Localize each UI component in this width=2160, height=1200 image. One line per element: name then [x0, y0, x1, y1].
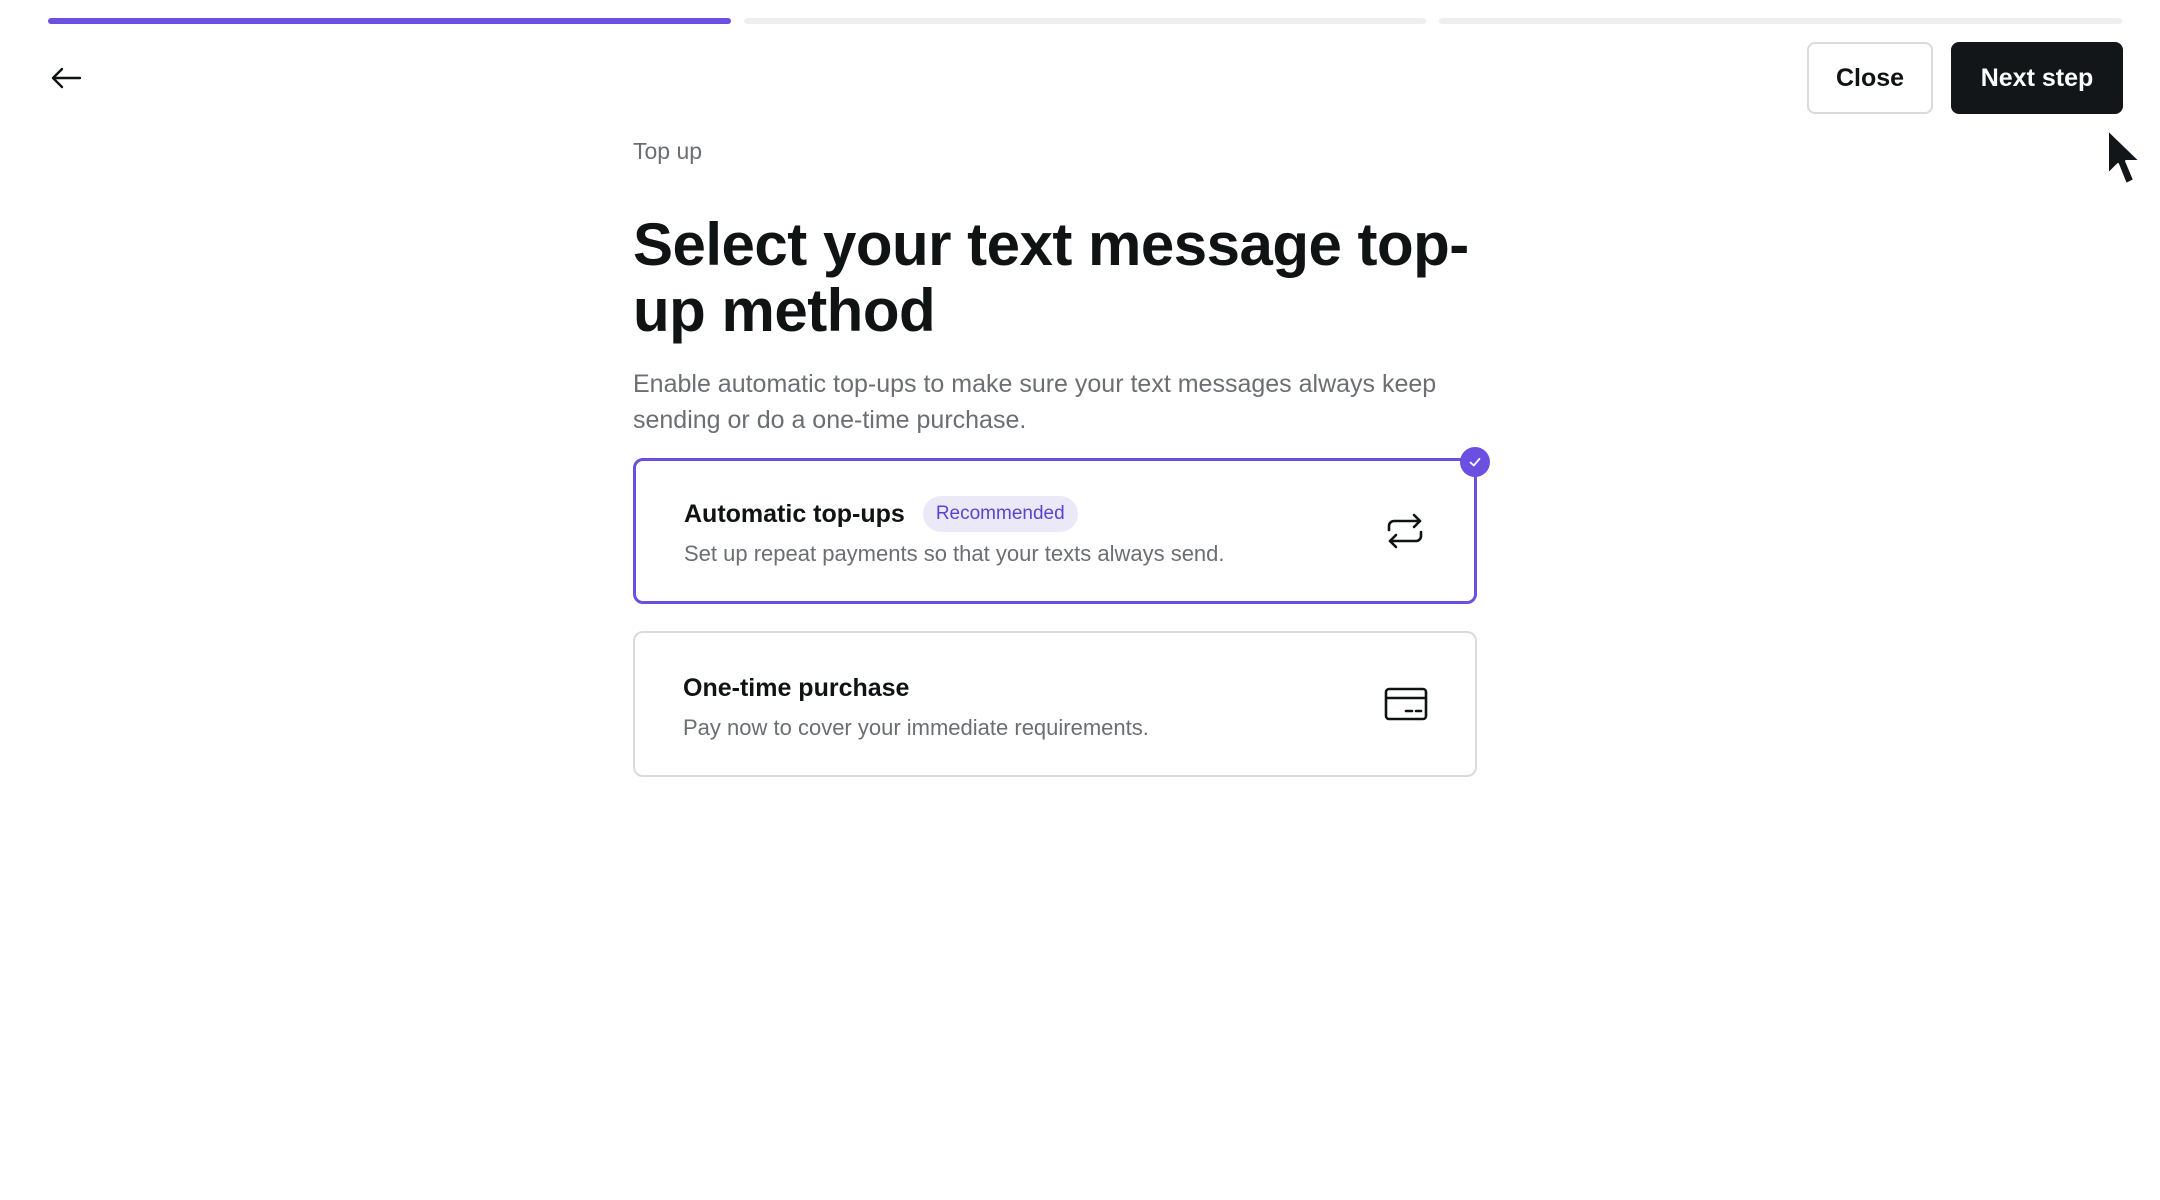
back-button[interactable]	[44, 56, 88, 100]
option-description: Pay now to cover your immediate requirem…	[683, 715, 1149, 740]
credit-card-icon	[1383, 681, 1429, 727]
eyebrow-label: Top up	[633, 138, 703, 164]
option-title: One-time purchase	[683, 673, 910, 702]
option-title-row: Automatic top-ups Recommended	[684, 495, 1225, 533]
progress-step-3	[1439, 18, 2123, 24]
page-description: Enable automatic top-ups to make sure yo…	[633, 370, 1437, 434]
recommended-badge: Recommended	[922, 496, 1078, 532]
progress-step-1	[48, 18, 731, 24]
option-description: Set up repeat payments so that your text…	[684, 541, 1225, 566]
progress-step-2	[743, 18, 1427, 24]
progress-steps	[48, 18, 2123, 24]
page-title: Select your text message top-up method	[633, 211, 1469, 344]
option-body: One-time purchase Pay now to cover your …	[683, 669, 1149, 743]
next-step-button[interactable]: Next step	[1951, 42, 2123, 114]
mouse-cursor-icon	[2107, 129, 2141, 185]
arrow-left-icon	[51, 67, 82, 89]
option-title: Automatic top-ups	[684, 499, 905, 528]
top-up-method-page: Close Next step Top up Select your text …	[0, 0, 2160, 1200]
close-button[interactable]: Close	[1807, 42, 1933, 114]
main-content: Top up Select your text message top-up m…	[633, 134, 1533, 438]
option-body: Automatic top-ups Recommended Set up rep…	[684, 495, 1225, 569]
selected-check-icon	[1460, 447, 1490, 477]
option-one-time-purchase[interactable]: One-time purchase Pay now to cover your …	[633, 631, 1477, 777]
option-title-row: One-time purchase	[683, 669, 1149, 707]
option-automatic-top-ups[interactable]: Automatic top-ups Recommended Set up rep…	[633, 447, 1490, 604]
repeat-icon	[1382, 508, 1428, 554]
